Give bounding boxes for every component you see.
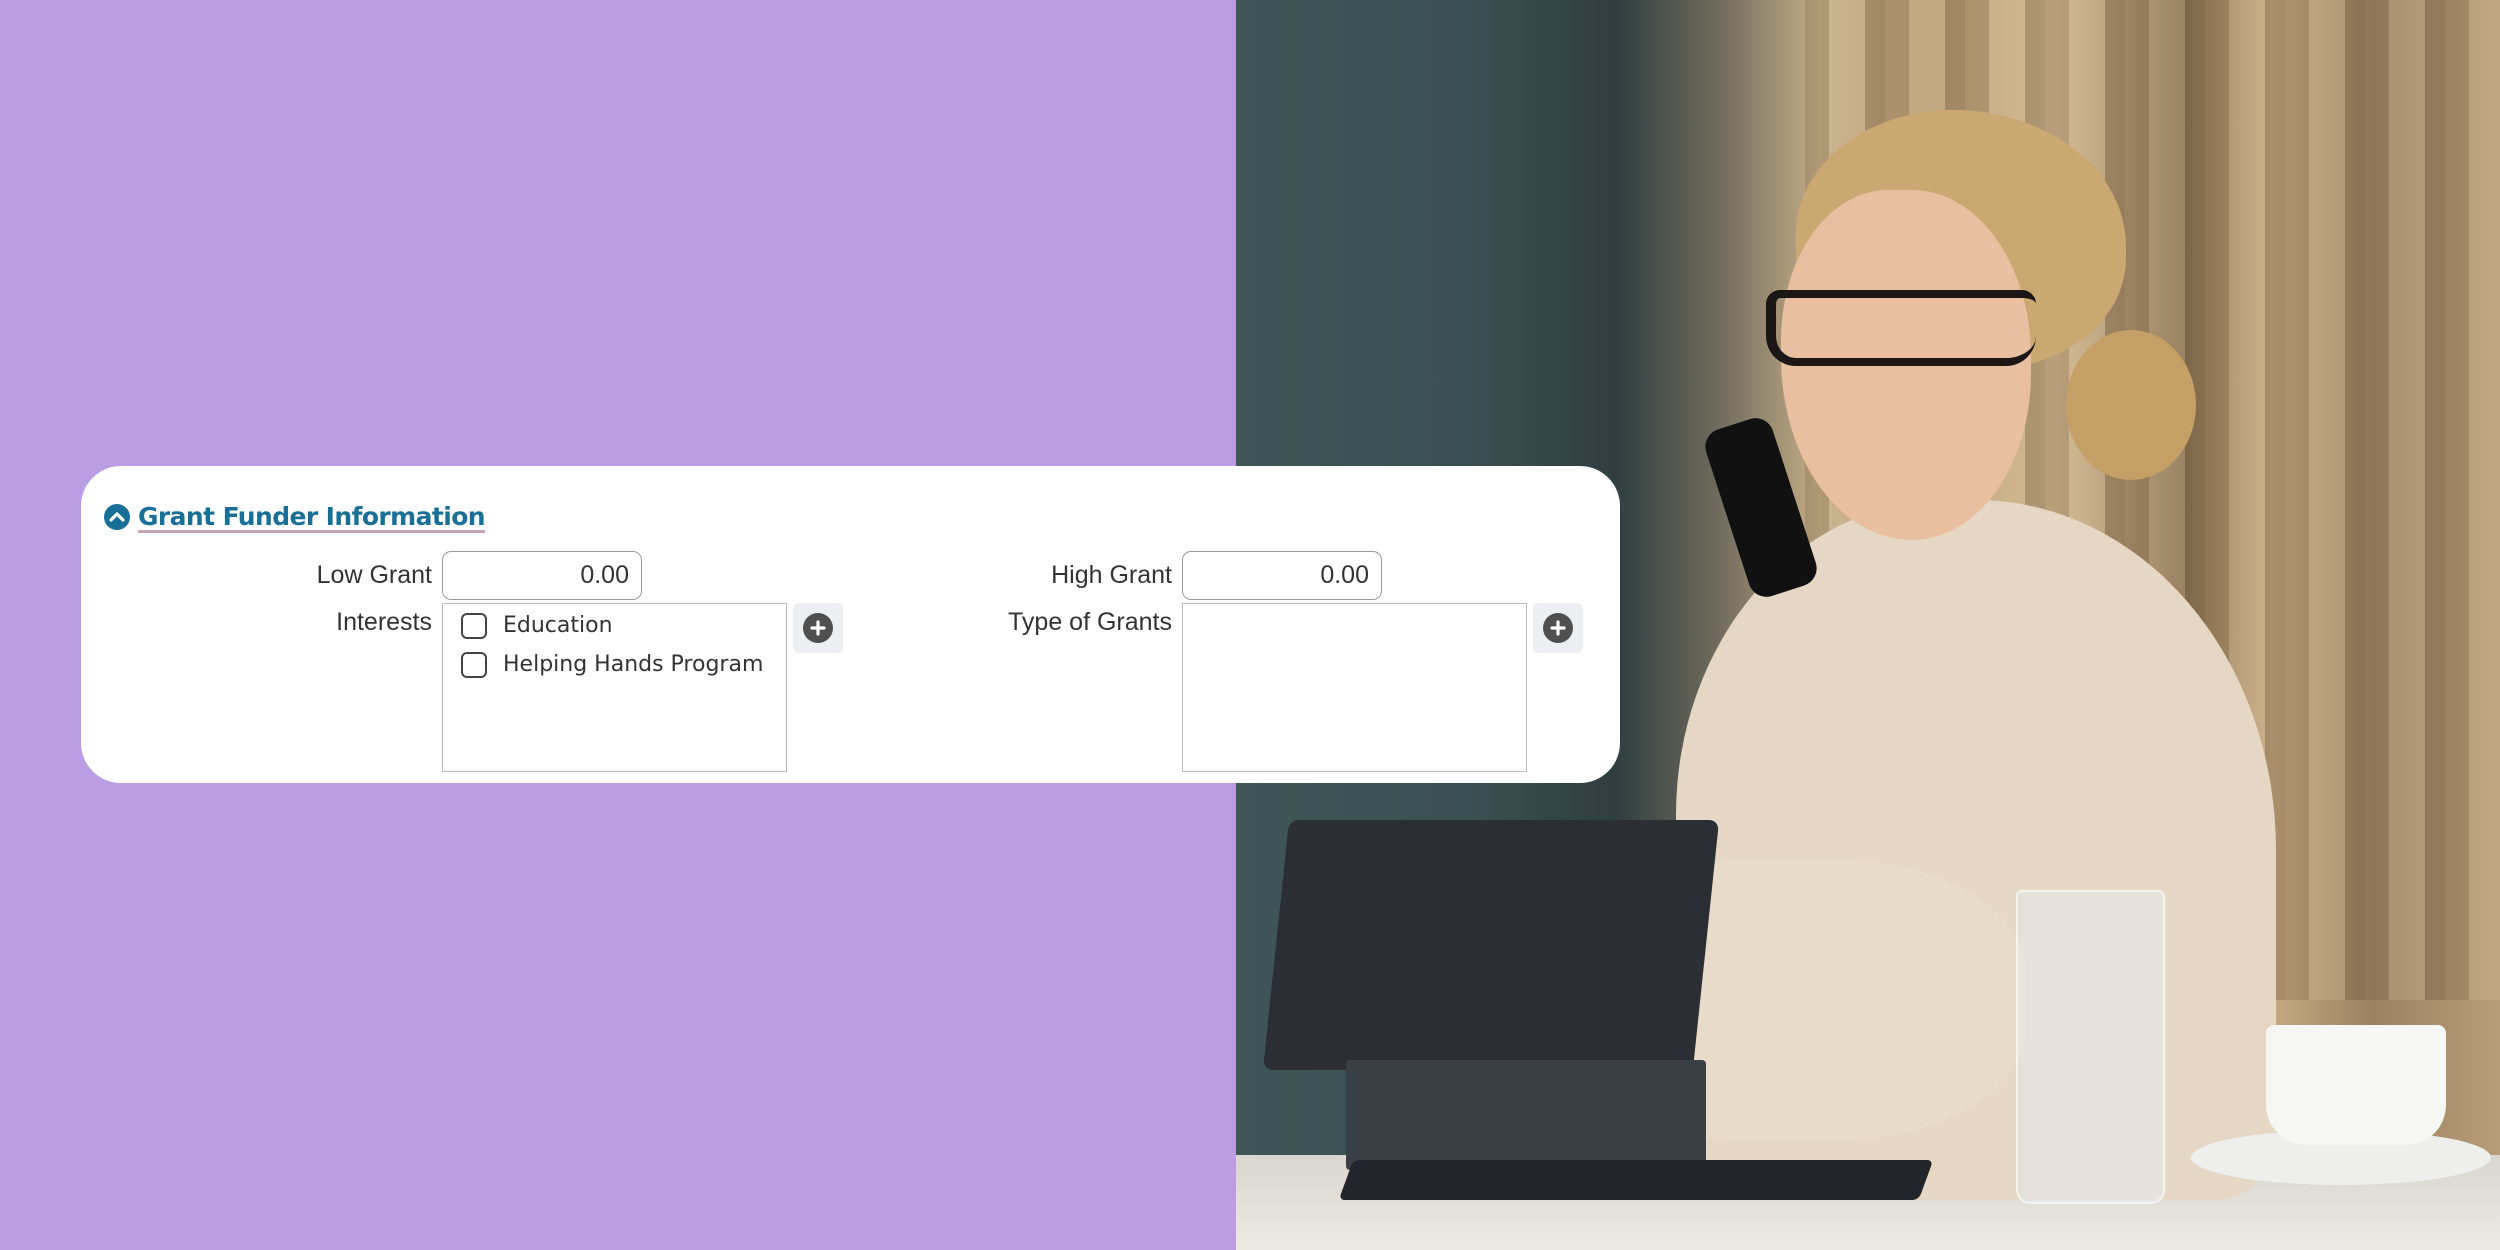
interests-label: Interests [336,608,432,636]
photo-tablet-stand [1346,1060,1706,1170]
high-grant-input[interactable] [1182,551,1382,600]
photo-glasses [1766,290,2036,366]
photo-hair-bun [2066,330,2196,480]
photo-coffee-cup [2266,1025,2446,1145]
plus-circle-icon [803,613,833,643]
education-label[interactable]: Education [503,613,613,638]
low-grant-label: Low Grant [316,561,432,589]
grant-funder-card: Grant Funder Information Low Grant Inter… [81,466,1620,783]
chevron-up-circle-icon[interactable] [104,503,130,530]
interests-listbox[interactable]: Education Helping Hands Program [442,603,787,772]
low-grant-input[interactable] [442,551,642,600]
photo-keyboard [1338,1160,1934,1200]
helping-hands-label[interactable]: Helping Hands Program [503,652,763,677]
plus-circle-icon [1543,613,1573,643]
high-grant-label: High Grant [1051,561,1172,589]
add-interest-button[interactable] [793,603,843,653]
type-of-grants-listbox[interactable] [1182,603,1527,772]
add-type-of-grant-button[interactable] [1533,603,1583,653]
helping-hands-checkbox[interactable] [461,651,487,678]
interest-option-helping-hands[interactable]: Helping Hands Program [461,645,786,684]
section-title[interactable]: Grant Funder Information [138,502,486,531]
photo-tablet [1262,820,1720,1070]
photo-water-glass [2016,890,2165,1204]
type-of-grants-label: Type of Grants [1008,608,1172,636]
section-header-toggle[interactable]: Grant Funder Information [104,502,486,531]
education-checkbox[interactable] [461,612,487,639]
interest-option-education[interactable]: Education [461,606,786,645]
